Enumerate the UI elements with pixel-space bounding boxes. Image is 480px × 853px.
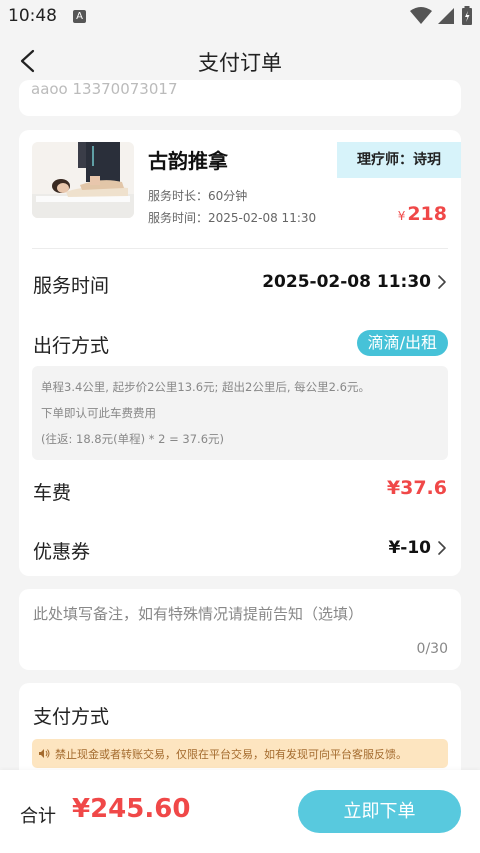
car-fee-label: 车费 <box>33 482 72 504</box>
chevron-right-icon <box>438 541 446 555</box>
note-char-count: 0/30 <box>416 641 448 657</box>
fare-info-box: 单程3.4公里, 起步价2公里13.6元; 超出2公里后, 每公里2.6元。 下… <box>32 366 448 460</box>
service-name: 古韵推拿 <box>148 149 228 173</box>
price-currency-symbol: ¥ <box>397 209 406 223</box>
status-bar: 10:48 A <box>0 0 480 34</box>
notification-icon: A <box>73 10 86 23</box>
coupon-value: ¥-10 <box>388 538 431 558</box>
chevron-right-icon <box>438 275 446 289</box>
place-order-button[interactable]: 立即下单 <box>298 790 461 833</box>
payment-warning-text: 禁止现金或者转账交易，仅限在平台交易，如有发现可向平台客服反馈。 <box>55 747 407 761</box>
travel-method-chip[interactable]: 滴滴/出租 <box>356 330 448 356</box>
note-input[interactable]: 此处填写备注，如有特殊情况请提前告知（选填） 0/30 <box>19 589 461 670</box>
checkout-bar: 合计 ¥245.60 立即下单 <box>0 770 480 853</box>
total-amount: ¥245.60 <box>72 794 191 824</box>
service-price: ¥218 <box>398 203 447 225</box>
fare-info-line: 单程3.4公里, 起步价2公里13.6元; 超出2公里后, 每公里2.6元。 <box>41 380 370 394</box>
battery-icon <box>462 6 472 25</box>
total-label: 合计 <box>20 806 56 827</box>
address-contact-text: aaoo 13370073017 <box>31 80 178 98</box>
service-time-label: 服务时间 <box>33 275 110 297</box>
fare-info-line: (往返: 18.8元(单程) * 2 = 37.6元) <box>41 432 225 446</box>
coupon-label: 优惠券 <box>33 541 91 563</box>
order-detail-card: 古韵推拿 理疗师：诗玥 服务时长：60分钟 服务时间：2025-02-08 11… <box>19 130 461 576</box>
therapist-tag: 理疗师：诗玥 <box>337 142 461 178</box>
note-placeholder: 此处填写备注，如有特殊情况请提前告知（选填） <box>33 605 364 623</box>
service-time-value: 2025-02-08 11:30 <box>262 272 431 292</box>
fare-info-line: 下单即认可此车费费用 <box>41 406 156 420</box>
price-amount: 218 <box>407 203 447 225</box>
page-title: 支付订单 <box>198 51 282 75</box>
service-duration: 服务时长：60分钟 <box>148 189 248 203</box>
service-image <box>32 142 134 218</box>
car-fee-value: ¥37.6 <box>386 477 447 499</box>
payment-method-title: 支付方式 <box>33 706 110 728</box>
divider <box>32 248 448 249</box>
speaker-icon <box>39 749 50 758</box>
service-time-selector[interactable]: 2025-02-08 11:30 <box>262 272 447 292</box>
travel-method-label: 出行方式 <box>33 335 110 357</box>
status-time: 10:48 <box>8 6 57 26</box>
coupon-selector[interactable]: ¥-10 <box>388 538 447 558</box>
signal-icon <box>438 8 454 24</box>
wifi-icon <box>410 7 432 24</box>
address-card[interactable]: aaoo 13370073017 <box>19 80 461 116</box>
service-time-text: 服务时间：2025-02-08 11:30 <box>148 211 317 225</box>
payment-warning-banner: 禁止现金或者转账交易，仅限在平台交易，如有发现可向平台客服反馈。 <box>32 739 448 768</box>
